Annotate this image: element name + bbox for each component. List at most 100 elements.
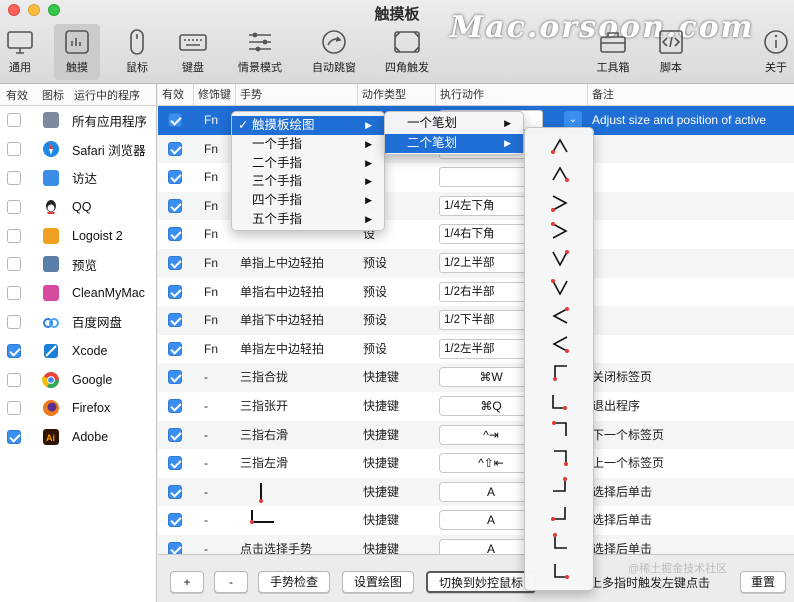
switch-magic-mouse-button[interactable]: 切换到妙控鼠标 [426,571,536,593]
table-row[interactable]: - 三指右滑 快捷键 ^⇥ 下一个标签页 [158,420,794,450]
toolbar-tab-0[interactable]: 通用 [0,24,40,80]
col-note[interactable]: 备注 [588,84,794,106]
gesture-check-button[interactable]: 手势检查 [258,571,330,593]
app-row[interactable]: CleanMyMac [0,279,156,308]
stroke-count-menu-item[interactable]: 一个笔划 ▶ [385,114,523,133]
table-row[interactable]: - 快捷键 A 选择后单击 [158,477,794,507]
table-row[interactable]: - 点击选择手势 快捷键 A 选择后单击 [158,535,794,554]
row-enabled-checkbox[interactable] [168,399,182,413]
toolbar-tab-label: 键盘 [182,62,204,74]
app-row[interactable]: QQ [0,192,156,221]
corner-rb2-stroke-icon[interactable] [525,502,595,525]
down-caret-stroke-icon[interactable] [525,276,595,299]
toolbar-tab-2[interactable]: 鼠标 [106,24,168,80]
col-action[interactable]: 执行动作 [436,84,588,106]
row-enabled-checkbox[interactable] [168,113,182,127]
row-enabled-checkbox[interactable] [168,198,182,213]
col-modifier[interactable]: 修饰键 [194,84,236,106]
toolbar-tab-4[interactable]: 情景模式 [226,24,294,80]
gesture-menu-item[interactable]: 五个手指 ▶ [232,210,384,229]
row-enabled-checkbox[interactable] [168,513,182,528]
row-enabled-checkbox[interactable] [168,170,182,185]
right-caret-stroke-icon[interactable] [525,191,595,214]
toolbar-tab-3[interactable]: 键盘 [162,24,224,80]
app-enabled-checkbox[interactable] [7,199,21,214]
down-caret-stroke-icon[interactable] [525,247,595,270]
corner-rb-stroke-icon[interactable] [525,474,595,497]
gesture-menu-item[interactable]: 一个手指 ▶ [232,135,384,154]
toolbar-tab-5[interactable]: 自动跳窗 [302,24,366,80]
remove-button[interactable]: - [214,571,248,593]
app-row[interactable]: 所有应用程序 [0,106,156,135]
row-enabled-checkbox[interactable] [168,484,182,499]
table-row[interactable]: - 快捷键 A 选择后单击 [158,506,794,535]
table-row[interactable]: - 三指左滑 快捷键 ^⇧⇤ 上一个标签页 [158,449,794,478]
corner-bl2-stroke-icon[interactable] [525,559,595,582]
app-enabled-checkbox[interactable] [7,142,21,157]
table-row[interactable]: - 三指合拢 快捷键 ⌘W 关闭标签页 [158,363,794,392]
app-enabled-checkbox[interactable] [7,430,21,445]
table-row[interactable]: Fn 单指右中边轻拍 预设 1/2右半部 [158,278,794,307]
app-row[interactable]: Xcode [0,336,156,365]
app-row[interactable]: Safari 浏览器 [0,135,156,164]
toolbar-tab-6[interactable]: 四角触发 [374,24,440,80]
row-enabled-checkbox[interactable] [168,284,182,299]
table-row[interactable]: - 三指张开 快捷键 ⌘Q 退出程序 [158,392,794,421]
up-caret-stroke-icon[interactable] [525,134,595,157]
app-row[interactable]: 访达 [0,164,156,193]
gesture-menu-item[interactable]: 二个手指 ▶ [232,154,384,173]
app-enabled-checkbox[interactable] [7,372,21,387]
row-enabled-checkbox[interactable] [168,256,182,270]
app-enabled-checkbox[interactable] [7,170,21,185]
corner-tr-stroke-icon[interactable] [525,417,595,440]
toolbar-tab-8[interactable]: 脚本 [640,24,702,80]
app-enabled-checkbox[interactable] [7,257,21,272]
left-caret-stroke-icon[interactable] [525,304,595,327]
toolbar-tab-1[interactable]: 触摸 [54,24,100,80]
app-name: CleanMyMac [72,286,145,301]
up-caret-stroke-icon[interactable] [525,162,595,185]
row-enabled-checkbox[interactable] [168,141,182,156]
row-enabled-checkbox[interactable] [168,341,182,356]
row-enabled-checkbox[interactable] [168,313,182,328]
app-row[interactable]: Google [0,365,156,394]
app-enabled-checkbox[interactable] [7,228,21,243]
corner-tl-stroke-icon[interactable] [525,389,595,412]
corner-bl-stroke-icon[interactable] [525,530,595,553]
app-row[interactable]: 百度网盘 [0,308,156,337]
row-enabled-checkbox[interactable] [168,370,182,385]
row-enabled-checkbox[interactable] [168,227,182,242]
app-row[interactable]: Ai Adobe [0,423,156,452]
gesture-menu-item[interactable]: ✓ 触摸板绘图 ▶ [232,116,384,135]
table-row[interactable]: Fn 单指上中边轻拍 预设 1/2上半部 [158,249,794,278]
app-row[interactable]: 预览 [0,250,156,279]
app-enabled-checkbox[interactable] [7,286,21,301]
app-enabled-checkbox[interactable] [7,113,21,128]
app-enabled-checkbox[interactable] [7,401,21,416]
col-action-type[interactable]: 动作类型 [358,84,436,106]
illustrator-icon: Ai [42,428,60,446]
row-enabled-checkbox[interactable] [168,456,182,471]
stroke-count-menu-item[interactable]: 二个笔划 ▶ [385,134,523,153]
table-row[interactable]: Fn 单指下中边轻拍 预设 1/2下半部 [158,306,794,335]
left-caret-stroke-icon[interactable] [525,332,595,355]
app-row[interactable]: Logoist 2 [0,221,156,250]
corner-tr2-stroke-icon[interactable] [525,445,595,468]
row-enabled-checkbox[interactable] [168,542,182,554]
set-drawing-button[interactable]: 设置绘图 [342,571,414,593]
gesture-menu-item[interactable]: 三个手指 ▶ [232,172,384,191]
table-row[interactable]: Fn 单指左中边轻拍 预设 1/2左半部 [158,335,794,364]
col-enabled[interactable]: 有效 [158,84,194,106]
toolbar-tab-9[interactable]: 关于 [746,24,794,80]
app-row[interactable]: Firefox [0,394,156,423]
toolbar-tab-7[interactable]: 工具箱 [582,24,644,80]
app-enabled-checkbox[interactable] [7,314,21,329]
corner-br-stroke-icon[interactable] [525,360,595,383]
app-enabled-checkbox[interactable] [7,343,21,358]
gesture-menu-item[interactable]: 四个手指 ▶ [232,191,384,210]
right-caret-stroke-icon[interactable] [525,219,595,242]
row-enabled-checkbox[interactable] [168,427,182,442]
add-button[interactable]: + [170,571,204,593]
reset-button[interactable]: 重置 [740,571,786,593]
col-gesture[interactable]: 手势 [236,84,358,106]
